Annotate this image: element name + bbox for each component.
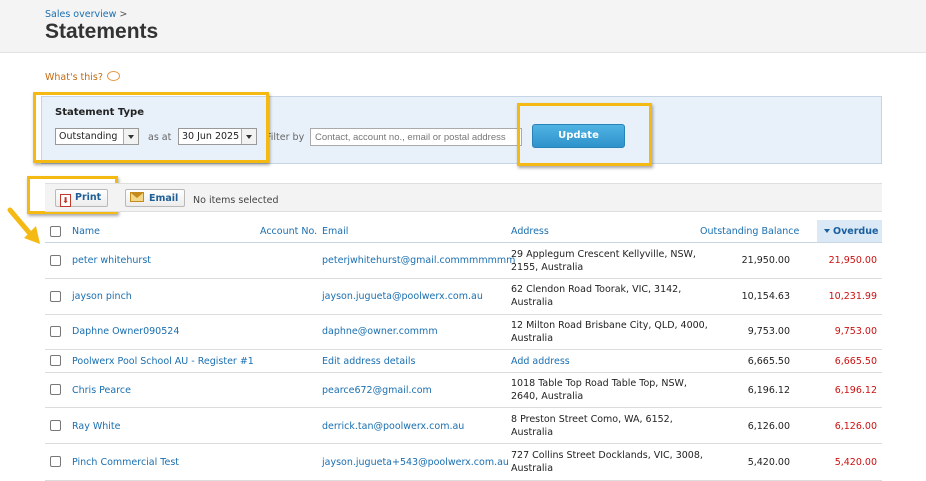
envelope-icon (130, 192, 144, 202)
header-overdue[interactable]: Overdue (824, 226, 878, 237)
row-checkbox[interactable] (50, 420, 61, 431)
overdue-amount: 6,665.50 (834, 356, 877, 367)
chevron-down-icon (241, 129, 256, 144)
email-link[interactable]: derrick.tan@poolwerx.com.au (322, 420, 464, 433)
address: 62 Clendon Road Toorak, VIC, 3142, Austra… (511, 283, 711, 309)
edit-address-details-link[interactable]: Edit address details (322, 355, 415, 368)
address: 1018 Table Top Road Table Top, NSW, 2640,… (511, 377, 711, 403)
outstanding-balance: 21,950.00 (741, 255, 790, 266)
add-address-link[interactable]: Add address (511, 355, 570, 368)
header-outstanding-balance[interactable]: Outstanding Balance (700, 226, 799, 237)
contact-name-link[interactable]: Chris Pearce (72, 384, 131, 397)
breadcrumb-separator: > (119, 9, 128, 20)
header-overdue-label: Overdue (833, 226, 879, 237)
table-row: Chris Pearce pearce672@gmail.com 1018 Ta… (45, 373, 882, 408)
outstanding-balance: 9,753.00 (747, 326, 790, 337)
outstanding-balance: 10,154.63 (741, 291, 790, 302)
chevron-down-icon (123, 129, 138, 144)
email-label: Email (149, 193, 179, 204)
overdue-amount: 6,196.12 (834, 385, 877, 396)
address-line-1: 727 Collins Street Docklands, VIC, 3008, (511, 450, 703, 461)
address-line-1: 12 Milton Road Brisbane City, QLD, 4000, (511, 320, 708, 331)
pdf-icon: ⬇ (60, 194, 71, 207)
address-line-1: 8 Preston Street Como, WA, 6152, (511, 414, 673, 425)
outstanding-balance: 6,665.50 (747, 356, 790, 367)
date-select[interactable]: 30 Jun 2025 (178, 128, 257, 145)
header-email[interactable]: Email (322, 226, 348, 237)
header-name[interactable]: Name (72, 226, 100, 237)
outstanding-balance: 6,126.00 (747, 421, 790, 432)
address-line-2: Australia (511, 297, 554, 308)
breadcrumb: Sales overview > (45, 9, 127, 20)
address: 29 Applegum Crescent Kellyville, NSW, 215… (511, 248, 711, 274)
row-checkbox[interactable] (50, 291, 61, 302)
contact-name-link[interactable]: Poolwerx Pool School AU - Register #1 (72, 355, 254, 368)
whats-this-label: What's this? (45, 72, 103, 83)
table-row: jayson pinch jayson.jugueta@poolwerx.com… (45, 279, 882, 315)
outstanding-balance: 6,196.12 (747, 385, 790, 396)
address-line-2: Australia (511, 333, 554, 344)
date-value: 30 Jun 2025 (182, 131, 240, 142)
email-link[interactable]: daphne@owner.commm (322, 325, 438, 338)
table-row: Poolwerx Pool School AU - Register #1 Ed… (45, 350, 882, 373)
address: 727 Collins Street Docklands, VIC, 3008,… (511, 449, 711, 475)
address-line-1: 62 Clendon Road Toorak, VIC, 3142, (511, 284, 682, 295)
pointer-arrow-icon (7, 207, 40, 244)
overdue-amount: 6,126.00 (834, 421, 877, 432)
contact-name-link[interactable]: jayson pinch (72, 290, 132, 303)
address-line-2: Australia (511, 463, 554, 474)
overdue-amount: 10,231.99 (828, 291, 877, 302)
address-line-1: 1018 Table Top Road Table Top, NSW, (511, 378, 687, 389)
address-line-1: 29 Applegum Crescent Kellyville, NSW, (511, 249, 696, 260)
email-link[interactable]: jayson.jugueta+543@poolwerx.com.au (322, 456, 509, 469)
overdue-amount: 9,753.00 (834, 326, 877, 337)
row-checkbox[interactable] (50, 355, 61, 366)
header-account-no[interactable]: Account No. (260, 226, 317, 237)
sort-desc-icon (824, 229, 830, 233)
table-row: Pinch Commercial Test jayson.jugueta+543… (45, 444, 882, 481)
row-checkbox[interactable] (50, 384, 61, 395)
address: 8 Preston Street Como, WA, 6152, Australi… (511, 413, 711, 439)
address-line-2: 2155, Australia (511, 262, 584, 273)
statement-type-select[interactable]: Outstanding (55, 128, 139, 145)
address-line-2: 2640, Australia (511, 391, 584, 402)
page-header: Sales overview > Statements (0, 0, 926, 53)
overdue-amount: 21,950.00 (828, 255, 877, 266)
whats-this-link[interactable]: What's this? (45, 71, 120, 83)
contact-name-link[interactable]: Ray White (72, 420, 120, 433)
email-button[interactable]: Email (125, 189, 186, 207)
search-input[interactable] (310, 128, 522, 146)
row-checkbox[interactable] (50, 456, 61, 467)
email-link[interactable]: pearce672@gmail.com (322, 384, 432, 397)
print-button[interactable]: ⬇ Print (55, 189, 109, 207)
contact-name-link[interactable]: Pinch Commercial Test (72, 456, 179, 469)
speech-bubble-icon (106, 71, 120, 81)
select-all-checkbox[interactable] (50, 226, 61, 237)
contact-name-link[interactable]: peter whitehurst (72, 254, 151, 267)
row-checkbox[interactable] (50, 255, 61, 266)
as-at-label: as at (148, 132, 172, 143)
update-button[interactable]: Update (532, 124, 625, 148)
email-link[interactable]: jayson.jugueta@poolwerx.com.au (322, 290, 483, 303)
print-label: Print (75, 192, 102, 203)
header-address[interactable]: Address (511, 226, 549, 237)
statement-type-label: Statement Type (55, 107, 144, 118)
page-title: Statements (45, 20, 159, 43)
table-header: Name Account No. Email Address Outstandi… (45, 220, 882, 243)
address: 12 Milton Road Brisbane City, QLD, 4000,… (511, 319, 711, 345)
selection-status: No items selected (193, 195, 279, 206)
table-row: Ray White derrick.tan@poolwerx.com.au 8 … (45, 408, 882, 444)
breadcrumb-sales-overview-link[interactable]: Sales overview (45, 9, 116, 20)
overdue-amount: 5,420.00 (834, 457, 877, 468)
outstanding-balance: 5,420.00 (747, 457, 790, 468)
table-row: Daphne Owner090524 daphne@owner.commm 12… (45, 315, 882, 350)
contact-name-link[interactable]: Daphne Owner090524 (72, 325, 179, 338)
table-row: peter whitehurst peterjwhitehurst@gmail.… (45, 243, 882, 279)
row-checkbox[interactable] (50, 326, 61, 337)
filter-by-label: Filter by (266, 132, 305, 143)
statement-type-value: Outstanding (59, 131, 118, 142)
address-line-2: Australia (511, 427, 554, 438)
email-link[interactable]: peterjwhitehurst@gmail.commmmmmm (322, 254, 515, 267)
